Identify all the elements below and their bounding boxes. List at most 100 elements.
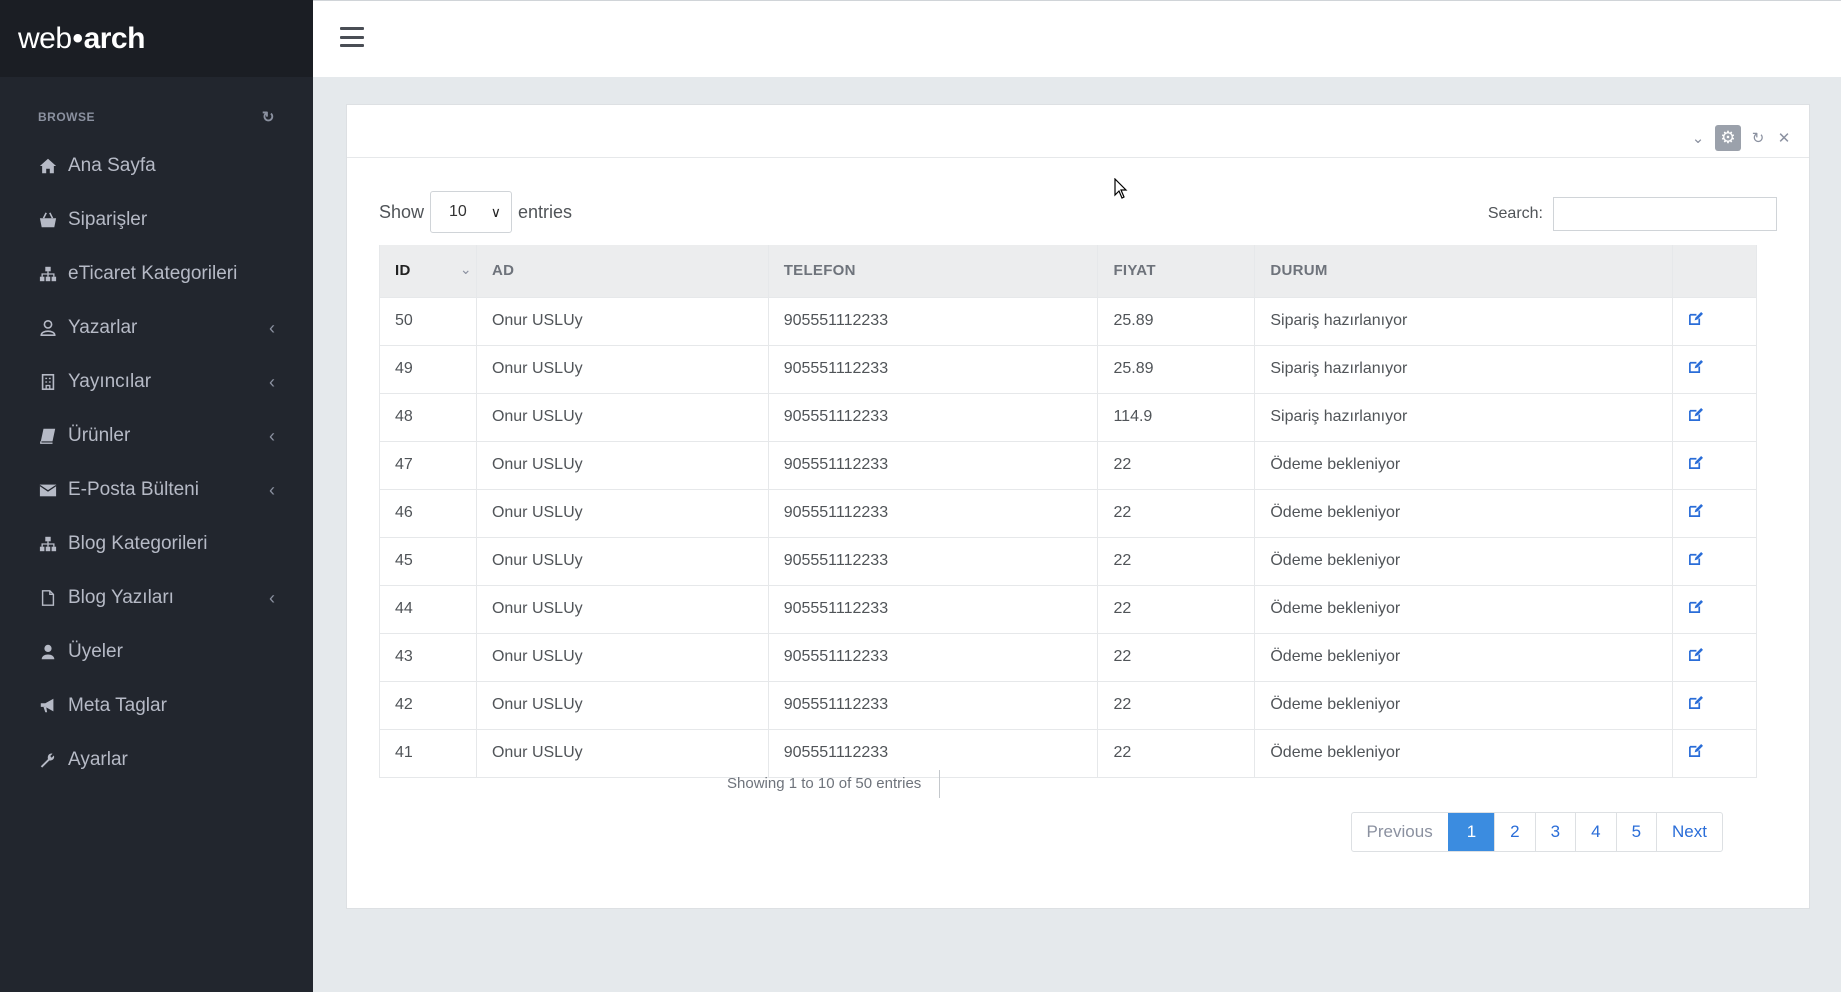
edit-icon[interactable] bbox=[1688, 359, 1703, 374]
reload-icon[interactable]: ↻ bbox=[1749, 129, 1767, 147]
envelope-icon bbox=[38, 481, 58, 499]
edit-icon[interactable] bbox=[1688, 311, 1703, 326]
sidebar-item-yay-nc-lar[interactable]: Yayıncılar ‹ bbox=[0, 355, 313, 409]
sidebar-item-blog-kategorileri[interactable]: Blog Kategorileri bbox=[0, 517, 313, 571]
sidebar-item-label: Ayarlar bbox=[68, 749, 128, 770]
gear-icon[interactable]: ⚙ bbox=[1715, 125, 1741, 151]
sidebar-item-label: E-Posta Bülteni bbox=[68, 479, 199, 500]
column-header-telefon[interactable]: TELEFON bbox=[768, 245, 1099, 297]
sidebar-item-yeler[interactable]: Üyeler bbox=[0, 625, 313, 679]
sidebar-item-eticaret-kategorileri[interactable]: eTicaret Kategorileri bbox=[0, 247, 313, 301]
sidebar-item-label: Siparişler bbox=[68, 209, 148, 230]
sidebar-item-yazarlar[interactable]: Yazarlar ‹ bbox=[0, 301, 313, 355]
logo[interactable]: web • arch bbox=[0, 0, 313, 77]
cell-id: 50 bbox=[379, 296, 477, 345]
cell-telefon: 905551112233 bbox=[768, 392, 1099, 441]
hamburger-menu-icon[interactable] bbox=[340, 27, 364, 47]
page-1-button[interactable]: 1 bbox=[1447, 813, 1495, 851]
page-5-button[interactable]: 5 bbox=[1615, 813, 1656, 851]
previous-page-button[interactable]: Previous bbox=[1352, 813, 1448, 851]
sidebar-item-ayarlar[interactable]: Ayarlar bbox=[0, 733, 313, 787]
edit-icon[interactable] bbox=[1688, 695, 1703, 710]
page-2-button[interactable]: 2 bbox=[1494, 813, 1534, 851]
table-header-row: ID ⌄ AD TELEFON FIYAT DURUM bbox=[379, 245, 1758, 297]
page-3-button[interactable]: 3 bbox=[1534, 813, 1575, 851]
file-icon bbox=[38, 589, 58, 607]
cell-telefon: 905551112233 bbox=[768, 680, 1099, 729]
home-icon bbox=[38, 157, 58, 175]
cell-telefon: 905551112233 bbox=[768, 536, 1099, 585]
sidebar-item-label: eTicaret Kategorileri bbox=[68, 263, 238, 284]
edit-icon[interactable] bbox=[1688, 455, 1703, 470]
next-page-button[interactable]: Next bbox=[1656, 813, 1722, 851]
table-row: 47 Onur USLUy 905551112233 22 Ödeme bekleniy… bbox=[379, 440, 1758, 489]
close-icon[interactable]: ✕ bbox=[1775, 129, 1793, 147]
page-size-select[interactable]: 10 ∨ bbox=[430, 191, 513, 233]
cell-ad: Onur USLUy bbox=[476, 392, 769, 441]
page-4-button[interactable]: 4 bbox=[1575, 813, 1615, 851]
top-header bbox=[313, 0, 1841, 77]
cell-ad: Onur USLUy bbox=[476, 536, 769, 585]
column-header-fiyat[interactable]: FIYAT bbox=[1097, 245, 1256, 297]
edit-icon[interactable] bbox=[1688, 551, 1703, 566]
entries-label: entries bbox=[518, 201, 573, 222]
sidebar-item-meta-taglar[interactable]: Meta Taglar bbox=[0, 679, 313, 733]
chevron-left-icon: ‹ bbox=[269, 317, 275, 338]
sidebar-item-label: Yayıncılar bbox=[68, 371, 152, 392]
cell-fiyat: 22 bbox=[1097, 488, 1256, 537]
cell-id: 45 bbox=[379, 536, 477, 585]
cell-fiyat: 22 bbox=[1097, 536, 1256, 585]
cell-id: 48 bbox=[379, 392, 477, 441]
cell-actions bbox=[1672, 728, 1758, 778]
sidebar-item-ana-sayfa[interactable]: Ana Sayfa bbox=[0, 139, 313, 193]
refresh-icon[interactable]: ↻ bbox=[262, 108, 275, 126]
cell-fiyat: 22 bbox=[1097, 440, 1256, 489]
edit-icon[interactable] bbox=[1688, 743, 1703, 758]
column-header-ad[interactable]: AD bbox=[476, 245, 769, 297]
search-input[interactable] bbox=[1553, 197, 1777, 231]
edit-icon[interactable] bbox=[1688, 503, 1703, 518]
cell-ad: Onur USLUy bbox=[476, 584, 769, 633]
cell-telefon: 905551112233 bbox=[768, 440, 1099, 489]
logo-part-web: web bbox=[18, 21, 72, 55]
browse-section: BROWSE ↻ bbox=[0, 107, 313, 127]
table-row: 44 Onur USLUy 905551112233 22 Ödeme bekleniy… bbox=[379, 584, 1758, 633]
column-header-durum[interactable]: DURUM bbox=[1254, 245, 1673, 297]
chevron-down-icon: ∨ bbox=[490, 203, 502, 220]
logo-part-arch: arch bbox=[83, 21, 146, 55]
cell-telefon: 905551112233 bbox=[768, 296, 1099, 345]
page-size-value: 10 bbox=[449, 203, 467, 220]
cell-fiyat: 22 bbox=[1097, 584, 1256, 633]
sidebar-item-e-posta-b-lteni[interactable]: E-Posta Bülteni ‹ bbox=[0, 463, 313, 517]
sitemap-icon bbox=[38, 265, 58, 283]
sidebar-item-r-nler[interactable]: Ürünler ‹ bbox=[0, 409, 313, 463]
cell-actions bbox=[1672, 488, 1758, 537]
edit-icon[interactable] bbox=[1688, 407, 1703, 422]
cell-actions bbox=[1672, 296, 1758, 345]
orders-table: ID ⌄ AD TELEFON FIYAT DURUM 50 Onur USLUy 9… bbox=[379, 245, 1758, 778]
cell-durum: Ödeme bekleniyor bbox=[1254, 584, 1673, 633]
panel-header: ⌄ ⚙ ↻ ✕ bbox=[347, 105, 1809, 158]
table-controls: Show 10 ∨ entries Search: bbox=[379, 191, 1777, 233]
edit-icon[interactable] bbox=[1688, 599, 1703, 614]
cell-fiyat: 22 bbox=[1097, 680, 1256, 729]
search-control: Search: bbox=[1488, 197, 1777, 231]
collapse-chevron-icon[interactable]: ⌄ bbox=[1689, 129, 1707, 147]
cell-actions bbox=[1672, 392, 1758, 441]
cell-durum: Ödeme bekleniyor bbox=[1254, 632, 1673, 681]
table-row: 42 Onur USLUy 905551112233 22 Ödeme bekleniy… bbox=[379, 680, 1758, 729]
basket-icon bbox=[38, 211, 58, 229]
cell-durum: Ödeme bekleniyor bbox=[1254, 536, 1673, 585]
sidebar-item-sipari-ler[interactable]: Siparişler bbox=[0, 193, 313, 247]
page-size-control: Show 10 ∨ entries bbox=[379, 191, 572, 233]
cell-actions bbox=[1672, 584, 1758, 633]
chevron-left-icon: ‹ bbox=[269, 425, 275, 446]
sidebar-item-blog-yaz-lar[interactable]: Blog Yazıları ‹ bbox=[0, 571, 313, 625]
table-info: Showing 1 to 10 of 50 entries bbox=[727, 770, 941, 798]
edit-icon[interactable] bbox=[1688, 647, 1703, 662]
book-icon bbox=[38, 427, 58, 445]
cell-ad: Onur USLUy bbox=[476, 488, 769, 537]
sidebar-item-label: Ürünler bbox=[68, 425, 131, 446]
search-label: Search: bbox=[1487, 205, 1543, 222]
column-header-id[interactable]: ID ⌄ bbox=[379, 245, 477, 297]
